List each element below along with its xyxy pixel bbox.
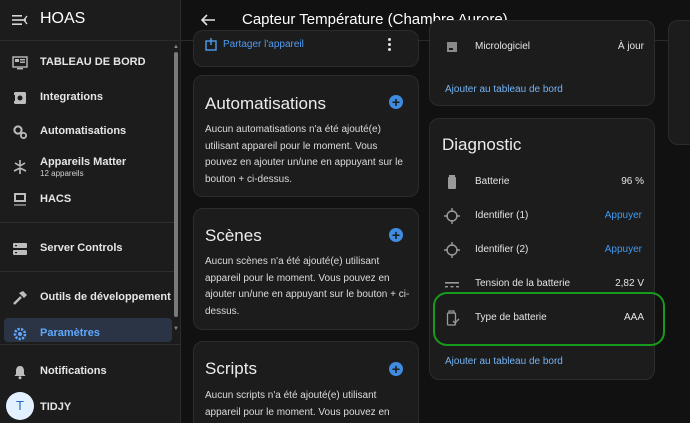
sidebar-item-hacs[interactable]: HACS <box>4 184 172 216</box>
sidebar-divider <box>0 222 175 223</box>
sidebar-item-label: HACS <box>40 193 72 205</box>
crosshair-icon <box>444 242 460 258</box>
sidebar-item-label: Automatisations <box>40 125 127 137</box>
add-automation-icon[interactable]: + <box>389 95 403 109</box>
sidebar-item-matter[interactable]: Appareils Matter 12 appareils <box>4 151 172 183</box>
hacs-icon <box>14 193 26 206</box>
scripts-empty-text: Aucun scripts n'a été ajouté(e) utilisan… <box>205 390 390 418</box>
crosshair-icon <box>444 208 460 224</box>
sidebar-divider <box>0 344 181 345</box>
automations-empty-text: Aucun automatisations n'a été ajouté(e) … <box>205 124 403 185</box>
firmware-label: Micrologiciel <box>475 41 531 52</box>
sidebar-item-label: Integrations <box>40 91 103 103</box>
scenes-title: Scènes <box>205 226 262 245</box>
back-arrow-icon[interactable] <box>199 11 217 29</box>
server-icon <box>13 243 27 255</box>
menu-collapse-icon[interactable] <box>12 11 28 29</box>
sidebar-item-dashboard[interactable]: TABLEAU DE BORD <box>4 47 172 79</box>
more-options-icon[interactable] <box>388 38 392 52</box>
chip-icon <box>447 42 457 52</box>
user-name[interactable]: TIDJY <box>40 401 71 413</box>
bell-icon <box>14 366 26 380</box>
add-scene-icon[interactable]: + <box>389 228 403 242</box>
sidebar-item-sublabel: 12 appareils <box>40 169 84 178</box>
identify-2-button[interactable]: Appuyer <box>605 244 642 255</box>
scenes-empty-text: Aucun scènes n'a été ajouté(e) utilisant… <box>205 256 410 317</box>
scripts-title: Scripts <box>205 359 257 378</box>
highlight-annotation <box>433 292 665 346</box>
firmware-value: À jour <box>617 41 644 52</box>
identify-1-label: Identifier (1) <box>475 210 529 221</box>
integrations-icon <box>12 92 26 104</box>
sidebar-item-settings[interactable]: Paramètres <box>4 318 172 342</box>
sidebar-item-label: TABLEAU DE BORD <box>40 56 146 68</box>
identify-2-row: Identifier (2) Appuyer <box>430 236 656 264</box>
sidebar-header: HOAS <box>0 0 181 41</box>
avatar[interactable]: T <box>6 392 34 420</box>
identify-1-row: Identifier (1) Appuyer <box>430 202 656 230</box>
sidebar-item-developer-tools[interactable]: Outils de développement <box>4 282 172 314</box>
gears-icon <box>13 125 27 139</box>
battery-row[interactable]: Batterie 96 % <box>430 168 656 196</box>
sidebar-divider <box>0 271 175 272</box>
battery-voltage-label: Tension de la batterie <box>475 278 571 289</box>
firmware-card: Micrologiciel À jour Ajouter au tableau … <box>429 20 655 106</box>
add-to-dashboard-link[interactable]: Ajouter au tableau de bord <box>445 84 563 95</box>
scroll-down-arrow-icon[interactable]: ▼ <box>173 326 179 332</box>
battery-value: 96 % <box>621 176 644 187</box>
battery-icon <box>448 175 456 189</box>
sidebar-item-label: Appareils Matter <box>40 156 127 168</box>
sidebar-item-label: Server Controls <box>40 242 123 254</box>
matter-icon <box>13 160 27 174</box>
scripts-card: Scripts + Aucun scripts n'a été ajouté(e… <box>193 341 419 423</box>
sidebar-item-automations[interactable]: Automatisations <box>4 116 172 148</box>
identify-2-label: Identifier (2) <box>475 244 529 255</box>
sidebar-item-label: Paramètres <box>40 327 100 339</box>
gear-icon <box>13 327 27 341</box>
sidebar-item-server-controls[interactable]: Server Controls <box>4 233 172 265</box>
add-to-dashboard-link[interactable]: Ajouter au tableau de bord <box>445 356 563 367</box>
battery-label: Batterie <box>475 176 510 187</box>
device-actions-card: Partager l'appareil <box>193 30 419 67</box>
add-script-icon[interactable]: + <box>389 362 403 376</box>
diagnostic-title: Diagnostic <box>442 135 522 154</box>
firmware-row: Micrologiciel À jour <box>430 33 656 61</box>
dashboard-icon <box>12 56 28 70</box>
share-device-button[interactable]: Partager l'appareil <box>223 39 304 50</box>
sidebar-item-label: Notifications <box>40 365 107 377</box>
hammer-icon <box>13 291 27 305</box>
sidebar-item-notifications[interactable]: Notifications <box>4 356 172 388</box>
battery-voltage-value: 2,82 V <box>615 278 644 289</box>
partial-card <box>668 20 690 145</box>
sidebar-item-integrations[interactable]: Integrations <box>4 82 172 114</box>
scroll-up-arrow-icon[interactable]: ▲ <box>173 44 179 50</box>
scroll-thumb[interactable] <box>174 52 178 317</box>
identify-1-button[interactable]: Appuyer <box>605 210 642 221</box>
sidebar-scrollbar[interactable]: ▲ ▼ <box>173 44 179 334</box>
voltage-dc-icon <box>445 282 459 288</box>
sidebar: HOAS TABLEAU DE BORD Integrations Automa… <box>0 0 181 423</box>
sidebar-item-label: Outils de développement <box>40 291 171 303</box>
scenes-card: Scènes + Aucun scènes n'a été ajouté(e) … <box>193 208 419 330</box>
share-icon <box>205 38 217 51</box>
automations-card: Automatisations + Aucun automatisations … <box>193 75 419 197</box>
automations-title: Automatisations <box>205 94 326 113</box>
app-title: HOAS <box>40 10 86 27</box>
